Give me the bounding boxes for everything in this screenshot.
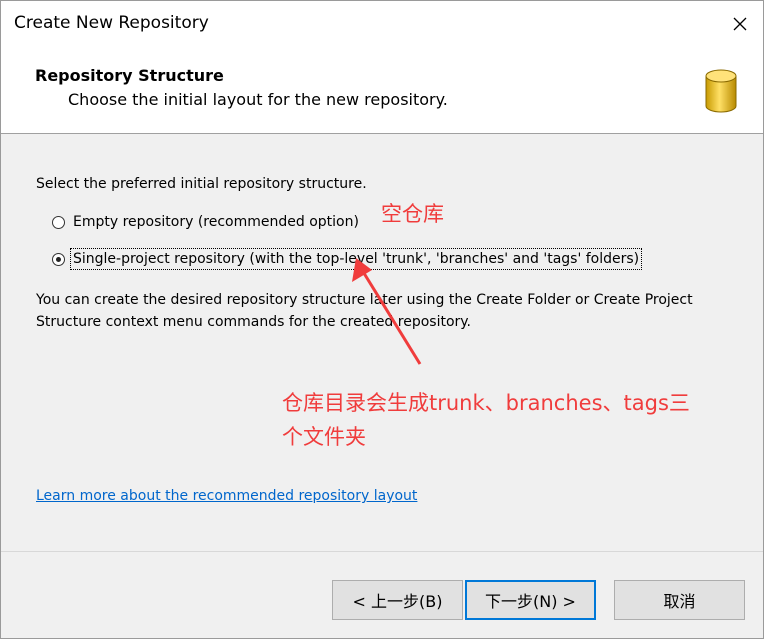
footer-divider — [1, 551, 763, 552]
empty-repository-option[interactable]: Empty repository (recommended option) — [52, 210, 361, 234]
single-project-repository-radio[interactable] — [52, 252, 65, 266]
empty-repository-label: Empty repository (recommended option) — [73, 214, 359, 230]
single-project-repository-label: Single-project repository (with the top-… — [69, 248, 643, 270]
structure-annotation-line-1: 仓库目录会生成trunk、branches、tags三 — [282, 391, 690, 415]
wizard-header: Repository Structure Choose the initial … — [1, 47, 763, 134]
next-button[interactable]: 下一步(N) > — [465, 580, 596, 620]
single-project-repository-option[interactable]: Single-project repository (with the top-… — [52, 247, 643, 271]
page-subtitle: Choose the initial layout for the new re… — [68, 90, 448, 109]
description-line-1: You can create the desired repository st… — [36, 292, 693, 308]
structure-annotation-line-2: 个文件夹 — [282, 425, 366, 449]
database-icon — [705, 69, 737, 113]
close-button[interactable] — [717, 1, 763, 47]
window-title: Create New Repository — [14, 13, 209, 33]
cancel-button[interactable]: 取消 — [614, 580, 745, 620]
empty-repo-annotation: 空仓库 — [381, 202, 444, 226]
structure-prompt: Select the preferred initial repository … — [36, 176, 367, 192]
close-icon — [733, 17, 747, 31]
structure-description: You can create the desired repository st… — [36, 289, 736, 333]
title-bar: Create New Repository — [1, 1, 763, 47]
description-line-2: Structure context menu commands for the … — [36, 314, 472, 330]
create-repository-dialog: Create New Repository Repository Structu… — [0, 0, 764, 639]
learn-more-link[interactable]: Learn more about the recommended reposit… — [36, 488, 417, 504]
empty-repository-radio[interactable] — [52, 215, 65, 229]
back-button[interactable]: < 上一步(B) — [332, 580, 463, 620]
page-title: Repository Structure — [35, 66, 224, 85]
structure-annotation: 仓库目录会生成trunk、branches、tags三 个文件夹 — [282, 386, 752, 454]
